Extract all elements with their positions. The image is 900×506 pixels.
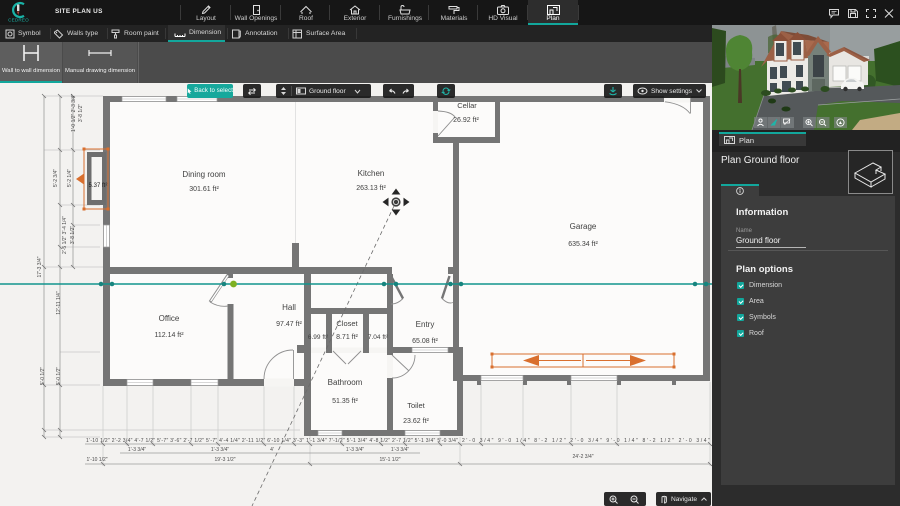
svg-text:24'-2 3/4": 24'-2 3/4" [572,454,593,460]
svg-text:5.37 ft²: 5.37 ft² [89,183,108,189]
svg-text:1'-3 3/4": 1'-3 3/4" [128,447,147,453]
svg-text:3'-8 1/2": 3'-8 1/2" [70,226,76,245]
svg-text:8.71 ft²: 8.71 ft² [336,334,358,341]
svg-text:1'-3 3/4": 1'-3 3/4" [391,447,410,453]
svg-text:Bathroom: Bathroom [328,378,363,387]
svg-text:1'-10 1/2" 2'-2 3/4" 4'-7 1/2": 1'-10 1/2" 2'-2 3/4" 4'-7 1/2" 5'-7" 3'-… [86,438,458,444]
svg-text:5'-0 1/2": 5'-0 1/2" [40,367,46,386]
svg-text:19'-3 1/2": 19'-3 1/2" [214,457,235,463]
svg-text:5'-2 1/4": 5'-2 1/4" [67,169,73,188]
svg-text:97.47 ft²: 97.47 ft² [276,321,302,328]
svg-text:26.92 ft²: 26.92 ft² [453,117,479,124]
svg-text:1'-3 3/4": 1'-3 3/4" [346,447,365,453]
svg-text:Office: Office [159,314,180,323]
svg-text:3'-8 1/2": 3'-8 1/2" [78,104,84,123]
svg-text:635.34 ft²: 635.34 ft² [568,241,598,248]
svg-text:4': 4' [270,447,274,453]
svg-text:5'-2 3/4": 5'-2 3/4" [53,169,59,188]
svg-text:1'-0 1/2" 2'-3 3/4": 1'-0 1/2" 2'-3 3/4" [71,94,77,132]
svg-text:Garage: Garage [570,222,597,231]
svg-text:65.08 ft²: 65.08 ft² [412,338,438,345]
svg-text:12'-11 1/4": 12'-11 1/4" [56,291,62,315]
svg-text:112.14 ft²: 112.14 ft² [154,332,184,339]
svg-text:23.62 ft²: 23.62 ft² [403,418,429,425]
svg-text:301.61 ft²: 301.61 ft² [189,186,219,193]
svg-text:1'-3 3/4": 1'-3 3/4" [211,447,230,453]
svg-text:Kitchen: Kitchen [358,169,385,178]
svg-text:5'-0 1/2": 5'-0 1/2" [56,367,62,386]
svg-text:2'-0 3/4" 9'-0 1/4" 8'-2 1/2": 2'-0 3/4" 9'-0 1/4" 8'-2 1/2" 2'-0 3/4" … [462,438,710,444]
svg-text:263.13 ft²: 263.13 ft² [356,185,386,192]
svg-text:17'-3 3/4": 17'-3 3/4" [37,256,43,277]
svg-text:2'-5 1/2" 3'-4 1/4": 2'-5 1/2" 3'-4 1/4" [62,216,68,254]
svg-text:Toilet: Toilet [407,401,425,410]
svg-text:Hall: Hall [282,303,296,312]
svg-text:Dining room: Dining room [182,170,225,179]
svg-text:7.04 ft²: 7.04 ft² [368,334,389,341]
svg-text:6.99 ft²: 6.99 ft² [308,334,329,341]
svg-text:15'-1 1/2": 15'-1 1/2" [379,457,400,463]
svg-text:51.35 ft²: 51.35 ft² [332,398,358,405]
svg-text:Cellar: Cellar [457,101,477,110]
svg-text:Entry: Entry [416,320,435,329]
svg-text:CEDREO: CEDREO [8,18,29,23]
svg-text:1'-10 1/2": 1'-10 1/2" [86,457,107,463]
